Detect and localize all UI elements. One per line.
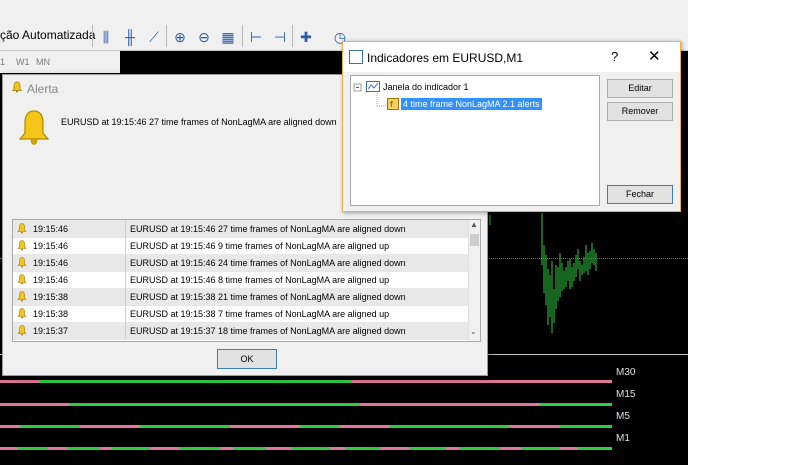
indicator-row-m1 xyxy=(0,441,612,450)
scroll-thumb[interactable] xyxy=(470,234,479,246)
list-item[interactable]: 19:15:46 EURUSD at 19:15:46 9 time frame… xyxy=(13,237,468,255)
alert-text: EURUSD at 19:15:46 9 time frames of NonL… xyxy=(130,241,390,251)
toolbar-separator xyxy=(292,25,293,47)
indicator-tree[interactable]: Janela do indicador 1 f 4 time frame Non… xyxy=(350,75,600,206)
indicator-bar-m15 xyxy=(0,403,612,406)
column-divider xyxy=(125,237,126,254)
indicator-label-m30: M30 xyxy=(616,367,636,378)
list-item[interactable]: 19:15:38 EURUSD at 19:15:38 21 time fram… xyxy=(13,288,468,306)
alert-message: EURUSD at 19:15:46 27 time frames of Non… xyxy=(61,117,337,127)
price-chart[interactable] xyxy=(486,205,688,355)
candlestick-icon[interactable]: ╫ xyxy=(120,27,140,47)
column-divider xyxy=(125,254,126,271)
svg-text:f: f xyxy=(390,100,393,109)
alert-time: 19:15:46 xyxy=(33,275,69,285)
close-icon[interactable]: ✕ xyxy=(648,47,661,65)
alert-time: 19:15:46 xyxy=(33,258,69,268)
indicators-icon[interactable]: ✚ xyxy=(296,27,316,47)
zoom-out-icon[interactable]: ⊖ xyxy=(194,27,214,47)
zoom-in-icon[interactable]: ⊕ xyxy=(170,27,190,47)
indicator-row-m5 xyxy=(0,419,612,428)
timeframe-mn[interactable]: MN xyxy=(36,57,50,67)
bell-icon xyxy=(17,291,27,302)
tree-node-indicator[interactable]: 4 time frame NonLagMA 2.1 alerts xyxy=(401,98,542,110)
column-divider xyxy=(125,271,126,288)
column-divider xyxy=(125,322,126,339)
bell-icon xyxy=(17,240,27,251)
toolbar-separator xyxy=(242,25,243,47)
alert-time: 19:15:37 xyxy=(33,326,69,336)
alert-text: EURUSD at 19:15:46 24 time frames of Non… xyxy=(130,258,406,268)
close-button[interactable]: Fechar xyxy=(607,185,673,204)
alert-text: EURUSD at 19:15:38 7 time frames of NonL… xyxy=(130,309,390,319)
tree-node-window[interactable]: Janela do indicador 1 xyxy=(383,82,469,92)
scroll-up-icon[interactable]: ▲ xyxy=(470,220,478,229)
bell-icon xyxy=(17,325,27,336)
scroll-down-icon[interactable]: ⌄ xyxy=(470,327,477,336)
alert-title: Alerta xyxy=(27,82,59,96)
list-item[interactable]: 19:15:46 EURUSD at 19:15:46 8 time frame… xyxy=(13,271,468,289)
indicators-titlebar[interactable]: Indicadores em EURUSD,M1 ? ✕ xyxy=(343,42,680,72)
indicator-label-m1: M1 xyxy=(616,433,630,444)
toolbar-separator xyxy=(92,25,93,47)
indicators-dialog: Indicadores em EURUSD,M1 ? ✕ Janela do i… xyxy=(342,41,681,212)
indicator-bar-m30 xyxy=(0,380,612,383)
column-divider xyxy=(125,288,126,305)
line-chart-icon[interactable]: ⟋ xyxy=(144,27,164,47)
bell-icon xyxy=(17,223,27,234)
list-item[interactable]: 19:15:46 EURUSD at 19:15:46 24 time fram… xyxy=(13,254,468,272)
list-item[interactable]: 19:15:37 EURUSD at 19:15:37 18 time fram… xyxy=(13,322,468,340)
ok-button[interactable]: OK xyxy=(217,349,277,369)
edit-button[interactable]: Editar xyxy=(607,79,673,98)
indicator-row-m15 xyxy=(0,397,612,406)
alert-text: EURUSD at 19:15:38 21 time frames of Non… xyxy=(130,292,406,302)
bar-chart-icon[interactable]: ⫼ xyxy=(96,27,116,47)
timeframe-w1[interactable]: W1 xyxy=(16,57,30,67)
alert-text: EURUSD at 19:15:46 8 time frames of NonL… xyxy=(130,275,390,285)
tile-windows-icon[interactable]: ▦ xyxy=(218,27,238,47)
alert-time: 19:15:46 xyxy=(33,224,69,234)
timeframe-strip: 1 W1 MN xyxy=(0,51,120,73)
alert-text: EURUSD at 19:15:46 27 time frames of Non… xyxy=(130,224,406,234)
autoscroll-icon[interactable]: ⊢ xyxy=(246,27,266,47)
list-item[interactable]: 19:15:38 EURUSD at 19:15:38 7 time frame… xyxy=(13,305,468,323)
toolbar-separator xyxy=(166,25,167,47)
help-button[interactable]: ? xyxy=(611,49,618,64)
indicator-bar-m5 xyxy=(0,425,612,428)
indicator-label-m5: M5 xyxy=(616,411,630,422)
column-divider xyxy=(125,305,126,322)
alert-history-list[interactable]: 19:15:46 EURUSD at 19:15:46 27 time fram… xyxy=(12,219,481,342)
list-item[interactable]: 19:15:46 EURUSD at 19:15:46 27 time fram… xyxy=(13,220,468,238)
alert-text: EURUSD at 19:15:37 18 time frames of Non… xyxy=(130,326,406,336)
indicator-icon: f xyxy=(387,98,399,110)
chart-window-icon xyxy=(366,81,380,92)
alert-time: 19:15:46 xyxy=(33,241,69,251)
remove-button[interactable]: Remover xyxy=(607,102,673,121)
bell-icon xyxy=(11,81,23,93)
list-scrollbar[interactable]: ▲ ⌄ xyxy=(468,220,480,341)
bell-icon xyxy=(18,110,50,145)
terminal-window: ção Automatizada ⫼ ╫ ⟋ ⊕ ⊖ ▦ ⊢ ⊣ ✚ ◷ 1 W… xyxy=(0,0,688,465)
bell-icon xyxy=(17,274,27,285)
alert-time: 19:15:38 xyxy=(33,309,69,319)
alert-time: 19:15:38 xyxy=(33,292,69,302)
window-icon xyxy=(349,50,363,64)
timeframe-1[interactable]: 1 xyxy=(0,57,5,67)
column-divider xyxy=(125,220,126,237)
chart-shift-icon[interactable]: ⊣ xyxy=(270,27,290,47)
indicator-bar-m1 xyxy=(0,447,612,450)
toolbar-title: ção Automatizada xyxy=(0,28,96,42)
bell-icon xyxy=(17,257,27,268)
indicators-title: Indicadores em EURUSD,M1 xyxy=(367,51,524,65)
indicator-label-m15: M15 xyxy=(616,389,636,400)
bell-icon xyxy=(17,308,27,319)
